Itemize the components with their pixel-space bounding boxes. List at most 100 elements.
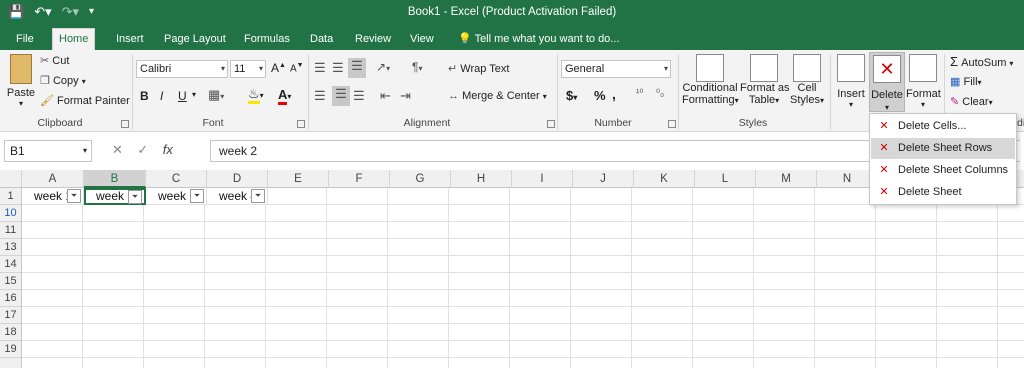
paragraph-direction-icon[interactable]: ¶▾ [412,60,422,74]
tab-home[interactable]: Home [52,28,96,50]
decrease-indent-icon[interactable]: ⇤ [380,88,391,104]
row-header[interactable]: 18 [0,324,22,341]
row-header[interactable]: 13 [0,239,22,256]
decrease-decimal-button[interactable]: ⁰₀ [656,88,664,99]
delete-cells-button[interactable]: ✕ Delete ▾ [869,52,905,112]
filter-dropdown-icon[interactable]: ⏷ [251,189,265,203]
increase-indent-icon[interactable]: ⇥ [400,88,411,104]
paste-button[interactable]: Paste ▾ [6,54,36,108]
row-header[interactable]: 15 [0,273,22,290]
insert-function-icon[interactable]: fx [163,142,173,157]
chevron-down-icon[interactable]: ▾ [192,90,196,99]
shrink-font-button[interactable]: A▼ [290,62,304,74]
borders-icon[interactable]: ▦▾ [208,87,224,103]
menu-item-delete-sheet-columns[interactable]: ✕ Delete Sheet Columns [871,160,1015,181]
column-header[interactable]: M [756,170,817,188]
header-cell-week1[interactable]: week 1 ⏷ [22,188,84,205]
format-cells-button[interactable]: Format ▾ [906,54,941,109]
column-header[interactable]: J [573,170,634,188]
number-launcher-icon[interactable] [668,120,676,128]
menu-item-delete-sheet-rows[interactable]: ✕ Delete Sheet Rows [871,138,1015,159]
format-painter-button[interactable]: 🖌 Format Painter [40,94,130,107]
cell-styles-button[interactable]: Cell Styles▾ [790,54,824,106]
increase-decimal-button[interactable]: ¹⁰ [636,88,643,99]
header-cell-week4[interactable]: week 4 ⏷ [207,188,268,205]
cell-area[interactable] [22,188,1024,368]
align-middle-icon[interactable]: ☰ [332,60,344,76]
fill-color-icon[interactable]: ♨▾ [248,86,264,104]
tab-view[interactable]: View [404,30,440,50]
column-header[interactable]: I [512,170,573,188]
align-left-icon[interactable]: ☰ [314,88,326,104]
menu-item-delete-cells[interactable]: ✕ Delete Cells... [871,116,1015,137]
copy-button[interactable]: ❐ Copy ▾ [40,74,86,87]
tab-insert[interactable]: Insert [110,30,150,50]
filter-dropdown-icon[interactable]: ⏷ [128,190,142,204]
header-cell-week2[interactable]: week 2 ⏷ [84,188,146,205]
row-header[interactable]: 16 [0,290,22,307]
filter-dropdown-icon[interactable]: ⏷ [190,189,204,203]
fill-button[interactable]: ▦ Fill▾ [950,75,982,88]
orientation-icon[interactable]: ↗▾ [376,60,390,74]
row-header[interactable]: 17 [0,307,22,324]
format-as-table-button[interactable]: Format as Table▾ [740,54,790,106]
select-all-corner[interactable] [0,170,22,188]
bold-button[interactable]: B [140,89,149,103]
wrap-text-button[interactable]: ↵ Wrap Text [448,62,509,75]
font-name-select[interactable]: Calibri ▾ [136,60,228,78]
column-header[interactable]: D [207,170,268,188]
currency-button[interactable]: $▾ [566,88,577,103]
column-header[interactable]: H [451,170,512,188]
conditional-formatting-button[interactable]: Conditional Formatting▾ [682,54,739,106]
cancel-icon[interactable]: ✕ [112,142,123,157]
alignment-launcher-icon[interactable] [547,120,555,128]
align-center-icon[interactable]: ☰ [332,86,350,106]
header-cell-week3[interactable]: week 3 ⏷ [146,188,207,205]
align-right-icon[interactable]: ☰ [353,88,365,104]
row-header[interactable]: 14 [0,256,22,273]
check-icon[interactable]: ✓ [137,142,148,157]
chevron-down-icon: ▾ [18,99,23,108]
tab-review[interactable]: Review [349,30,397,50]
font-size-select[interactable]: 11 ▾ [230,60,266,78]
column-header[interactable]: E [268,170,329,188]
comma-style-button[interactable]: , [612,86,616,102]
merge-center-button[interactable]: ↔ Merge & Center ▾ [448,90,547,102]
tab-file[interactable]: File [10,30,40,50]
row-header[interactable]: 1 [0,188,22,205]
percent-button[interactable]: % [594,88,606,103]
row-header[interactable]: 10 [0,205,22,222]
clipboard-launcher-icon[interactable] [121,120,129,128]
column-header[interactable]: F [329,170,390,188]
clipboard-icon [10,54,32,84]
column-header[interactable]: L [695,170,756,188]
column-header[interactable]: B [84,170,146,188]
cut-button[interactable]: ✂ Cut [40,54,69,67]
tab-data[interactable]: Data [304,30,339,50]
underline-button[interactable]: U [178,89,187,103]
insert-cells-button[interactable]: Insert ▾ [834,54,868,109]
grow-font-button[interactable]: A▲ [271,61,286,75]
filter-dropdown-icon[interactable]: ⏷ [67,189,81,203]
number-format-select[interactable]: General ▾ [561,60,671,78]
tell-me-search[interactable]: 💡 Tell me what you want to do... [452,30,625,50]
column-header[interactable]: A [22,170,84,188]
font-launcher-icon[interactable] [297,120,305,128]
title-bar: 💾 ↶▾ ↷▾ ▾ Book1 - Excel (Product Activat… [0,0,1024,26]
autosum-button[interactable]: Σ AutoSum ▾ [950,54,1013,69]
menu-item-delete-sheet[interactable]: ✕ Delete Sheet [871,182,1015,203]
row-header[interactable]: 19 [0,341,22,358]
italic-button[interactable]: I [160,89,163,103]
align-bottom-icon[interactable]: ☰ [348,58,366,78]
column-header[interactable]: G [390,170,451,188]
column-header[interactable]: C [146,170,207,188]
align-top-icon[interactable]: ☰ [314,60,326,76]
tab-page-layout[interactable]: Page Layout [158,30,232,50]
tab-formulas[interactable]: Formulas [238,30,296,50]
clear-button[interactable]: ✎ Clear▾ [950,95,993,108]
font-color-button[interactable]: A▾ [278,87,291,105]
row-header[interactable]: 11 [0,222,22,239]
column-header[interactable]: K [634,170,695,188]
row-header[interactable] [0,358,22,368]
name-box[interactable]: B1 ▾ [4,140,92,162]
